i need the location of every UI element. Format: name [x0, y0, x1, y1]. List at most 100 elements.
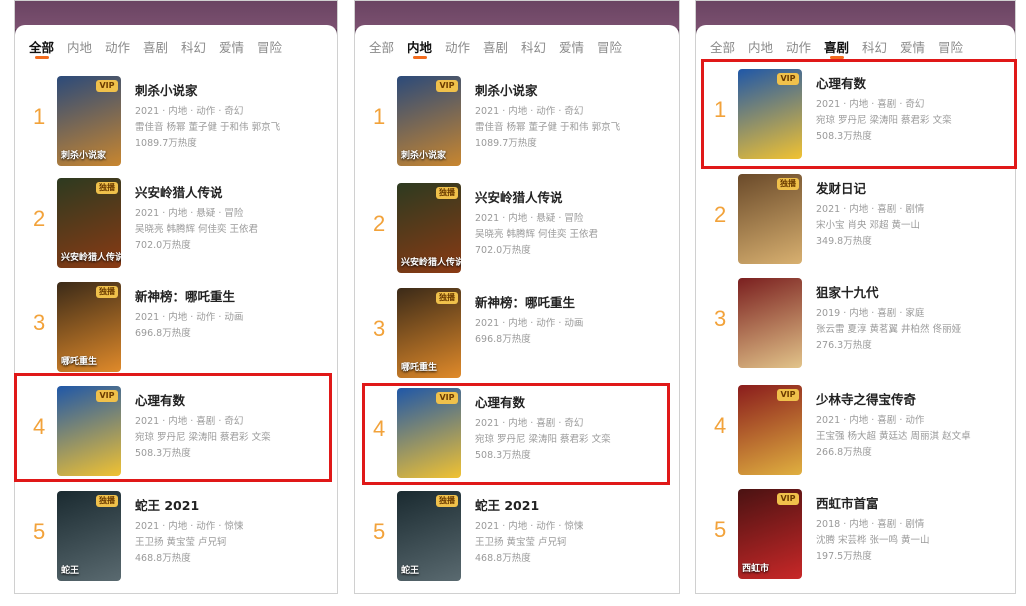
ranking-item[interactable]: 4 VIP 少林寺之得宝传奇 2021 · 内地 · 喜剧 · 动作 王宝强 杨大超 黄… — [696, 385, 1015, 489]
rank-number: 4 — [714, 413, 727, 438]
movie-title[interactable]: 心理有数 — [475, 392, 671, 411]
tab-0[interactable]: 全部 — [29, 37, 59, 59]
movie-title[interactable]: 兴安岭猎人传说 — [475, 187, 671, 206]
ranking-card: 全部 内地 动作 喜剧 科幻 爱情 冒险 1 VIP 刺杀小说家 刺杀小说家 2021 · 内地 · … — [355, 25, 679, 593]
movie-poster[interactable]: 独播 兴安岭猎人传说 — [397, 183, 461, 273]
ranking-item[interactable]: 4 VIP 心理有数 2021 · 内地 · 喜剧 · 奇幻 宛琼 罗丹尼 梁涛阳 蔡君… — [355, 388, 679, 492]
ranking-item[interactable]: 3 独播 哪吒重生 新神榜：哪吒重生 2021 · 内地 · 动作 · 动画 696.8万… — [15, 282, 337, 386]
tab-1[interactable]: 内地 — [407, 37, 437, 59]
ranking-panel-mainland: 全部 内地 动作 喜剧 科幻 爱情 冒险 1 VIP 刺杀小说家 刺杀小说家 2021 · 内地 · … — [354, 0, 680, 594]
ranking-item[interactable]: 1 VIP 刺杀小说家 刺杀小说家 2021 · 内地 · 动作 · 奇幻 雷佳音 杨幂 … — [15, 76, 337, 180]
movie-meta: 2021 · 内地 · 动作 · 动画 — [475, 318, 584, 329]
movie-title[interactable]: 刺杀小说家 — [475, 80, 671, 99]
movie-meta: 2021 · 内地 · 动作 · 惊悚 — [475, 521, 584, 532]
movie-title[interactable]: 蛇王 2021 — [135, 495, 329, 514]
movie-title[interactable]: 狙家十九代 — [816, 282, 1007, 301]
movie-poster[interactable]: VIP 刺杀小说家 — [397, 76, 461, 166]
category-tabs: 全部 内地 动作 喜剧 科幻 爱情 冒险 — [369, 37, 635, 59]
movie-cast: 宛琼 罗丹尼 梁涛阳 蔡君彩 文栾 — [135, 432, 271, 443]
heat-value: 696.8万热度 — [135, 328, 191, 339]
ranking-item[interactable]: 2 独播 兴安岭猎人传说 兴安岭猎人传说 2021 · 内地 · 悬疑 · 冒险 吴晓亮 … — [355, 183, 679, 287]
tab-5[interactable]: 爱情 — [900, 37, 930, 56]
tab-4[interactable]: 科幻 — [521, 37, 551, 56]
badge: 独播 — [777, 178, 799, 190]
movie-poster[interactable]: 独播 蛇王 — [57, 491, 121, 581]
rank-number: 4 — [373, 416, 386, 441]
tab-3[interactable]: 喜剧 — [483, 37, 513, 56]
movie-poster[interactable]: VIP — [738, 385, 802, 475]
ranking-item[interactable]: 2 独播 发财日记 2021 · 内地 · 喜剧 · 剧情 宋小宝 肖央 邓超 黄一山 3… — [696, 174, 1015, 278]
ranking-item[interactable]: 3 狙家十九代 2019 · 内地 · 喜剧 · 家庭 张云雷 夏淳 黄茗翼 井柏然 … — [696, 278, 1015, 382]
poster-title: 哪吒重生 — [61, 357, 98, 367]
tab-6[interactable]: 冒险 — [938, 37, 968, 56]
movie-poster[interactable]: 独播 — [738, 174, 802, 264]
category-tabs: 全部 内地 动作 喜剧 科幻 爱情 冒险 — [710, 37, 976, 59]
tab-5[interactable]: 爱情 — [219, 37, 249, 56]
movie-title[interactable]: 新神榜：哪吒重生 — [135, 286, 329, 305]
tab-0[interactable]: 全部 — [710, 37, 740, 56]
movie-poster[interactable]: 独播哪吒重生 — [57, 282, 121, 372]
ranking-item[interactable]: 1 VIP 刺杀小说家 刺杀小说家 2021 · 内地 · 动作 · 奇幻 雷佳音 杨幂 … — [355, 76, 679, 180]
movie-title[interactable]: 心理有数 — [135, 390, 329, 409]
ranking-item[interactable]: 5 独播 蛇王 蛇王 2021 2021 · 内地 · 动作 · 惊悚 王卫扬 黄宝莹 卢… — [15, 491, 337, 593]
tab-2[interactable]: 动作 — [445, 37, 475, 56]
movie-poster[interactable]: 独播 兴安岭猎人传说 — [57, 178, 121, 268]
ranking-item[interactable]: 2 独播 兴安岭猎人传说 兴安岭猎人传说 2021 · 内地 · 悬疑 · 冒险 吴晓亮 … — [15, 178, 337, 282]
movie-poster[interactable]: 独播蛇王 — [397, 491, 461, 581]
movie-meta: 2021 · 内地 · 动作 · 奇幻 — [135, 106, 244, 117]
ranking-item[interactable]: 5 独播 蛇王 蛇王 2021 2021 · 内地 · 动作 · 惊悚 王卫扬 黄宝莹 卢… — [355, 491, 679, 593]
movie-title[interactable]: 心理有数 — [816, 73, 1007, 92]
badge: VIP — [436, 80, 458, 92]
ranking-item[interactable]: 5 VIP 西虹市 西虹市首富 2018 · 内地 · 喜剧 · 剧情 沈腾 宋芸桦 张一… — [696, 489, 1015, 593]
movie-title[interactable]: 少林寺之得宝传奇 — [816, 389, 1007, 408]
movie-title[interactable]: 刺杀小说家 — [135, 80, 329, 99]
tab-4[interactable]: 科幻 — [181, 37, 211, 56]
rank-number: 1 — [714, 97, 727, 122]
movie-cast: 雷佳音 杨幂 董子健 于和伟 郭京飞 — [135, 122, 281, 133]
poster-title: 刺杀小说家 — [61, 151, 107, 161]
movie-poster[interactable]: VIP — [57, 386, 121, 476]
movie-poster[interactable]: 独播 哪吒重生 — [397, 288, 461, 378]
movie-poster[interactable]: VIP — [738, 69, 802, 159]
heat-value: 1089.7万热度 — [135, 138, 197, 149]
ranking-card: 全部 内地 动作 喜剧 科幻 爱情 冒险 1 VIP 心理有数 2021 · 内地 · 喜剧 · 奇… — [696, 25, 1015, 593]
movie-title[interactable]: 新神榜：哪吒重生 — [475, 292, 671, 311]
badge: 独播 — [436, 495, 458, 507]
movie-poster[interactable]: VIP — [397, 388, 461, 478]
movie-poster[interactable]: VIP 刺杀小说家 — [57, 76, 121, 166]
ranking-item[interactable]: 4 VIP 心理有数 2021 · 内地 · 喜剧 · 奇幻 宛琼 罗丹尼 梁涛阳 蔡君… — [15, 386, 337, 490]
tab-5[interactable]: 爱情 — [559, 37, 589, 56]
heat-value: 468.8万热度 — [475, 553, 531, 564]
poster-title: 蛇王 — [401, 566, 420, 576]
tab-4[interactable]: 科幻 — [862, 37, 892, 56]
movie-poster[interactable]: VIP 西虹市 — [738, 489, 802, 579]
tab-3[interactable]: 喜剧 — [143, 37, 173, 56]
badge: VIP — [96, 390, 118, 402]
tab-0[interactable]: 全部 — [369, 37, 399, 56]
ranking-item[interactable]: 1 VIP 心理有数 2021 · 内地 · 喜剧 · 奇幻 宛琼 罗丹尼 梁涛阳 蔡君… — [696, 69, 1015, 173]
badge: 独播 — [96, 286, 118, 298]
movie-cast: 雷佳音 杨幂 董子健 于和伟 郭京飞 — [475, 122, 621, 133]
tab-1[interactable]: 内地 — [67, 37, 97, 56]
tab-6[interactable]: 冒险 — [257, 37, 287, 56]
movie-meta: 2021 · 内地 · 悬疑 · 冒险 — [135, 208, 244, 219]
poster-title: 兴安岭猎人传说 — [401, 258, 461, 268]
movie-title[interactable]: 西虹市首富 — [816, 493, 1007, 512]
movie-poster[interactable] — [738, 278, 802, 368]
movie-cast: 张云雷 夏淳 黄茗翼 井柏然 佟丽娅 — [816, 324, 962, 335]
movie-info: 刺杀小说家 2021 · 内地 · 动作 · 奇幻 雷佳音 杨幂 董子健 于和伟 郭… — [475, 80, 671, 152]
badge: 独播 — [96, 182, 118, 194]
movie-title[interactable]: 兴安岭猎人传说 — [135, 182, 329, 201]
tab-2[interactable]: 动作 — [105, 37, 135, 56]
movie-title[interactable]: 发财日记 — [816, 178, 1007, 197]
rank-number: 5 — [714, 517, 727, 542]
tab-1[interactable]: 内地 — [748, 37, 778, 56]
ranking-item[interactable]: 3 独播 哪吒重生 新神榜：哪吒重生 2021 · 内地 · 动作 · 动画 696.8万… — [355, 288, 679, 392]
tab-3[interactable]: 喜剧 — [824, 37, 854, 59]
rank-number: 5 — [33, 519, 46, 544]
tab-6[interactable]: 冒险 — [597, 37, 627, 56]
movie-title[interactable]: 蛇王 2021 — [475, 495, 671, 514]
tab-2[interactable]: 动作 — [786, 37, 816, 56]
heat-value: 702.0万热度 — [135, 240, 191, 251]
ranking-panel-comedy: 全部 内地 动作 喜剧 科幻 爱情 冒险 1 VIP 心理有数 2021 · 内地 · 喜剧 · 奇… — [695, 0, 1016, 594]
